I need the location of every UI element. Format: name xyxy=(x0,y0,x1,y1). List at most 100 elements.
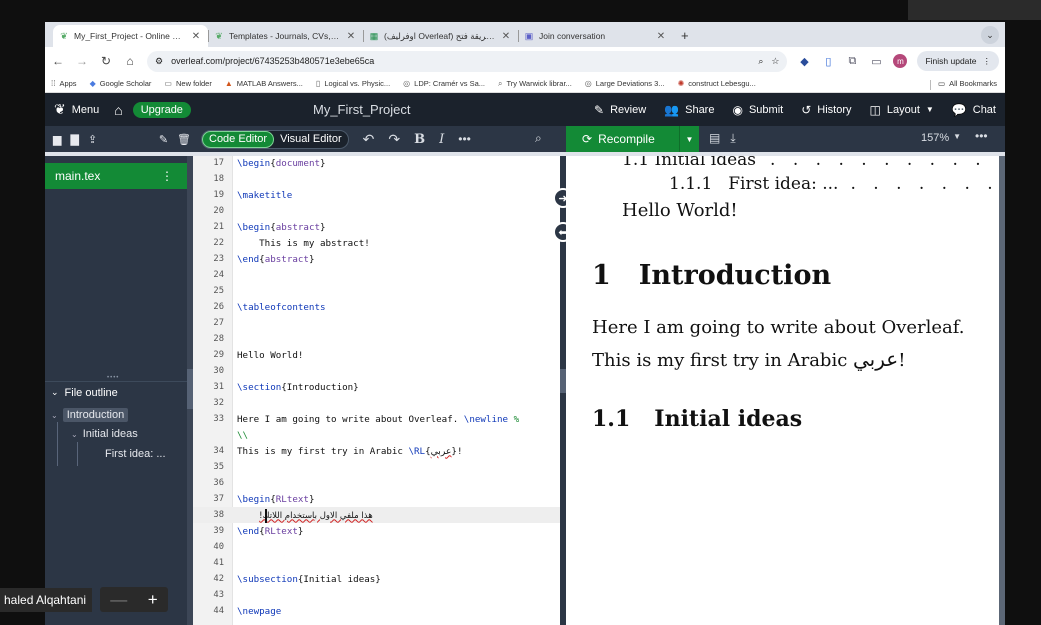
code-line[interactable]: 17 \begin{document} xyxy=(193,156,560,171)
code-line[interactable]: 36 xyxy=(193,475,560,491)
toc-subsubsection-entry[interactable]: 1.1.1 First idea: .... . . . . . . . xyxy=(669,174,1005,194)
code-line[interactable]: 18 xyxy=(193,171,560,187)
rename-pencil-icon[interactable]: ✎ xyxy=(159,133,168,146)
code-line[interactable]: 44 \newpage xyxy=(193,603,560,619)
undo-icon[interactable]: ↶ xyxy=(363,131,375,148)
bookmark-lebesgue[interactable]: ✺ construct Lebesgu... xyxy=(678,79,756,88)
layout-button[interactable]: ◫ Layout ▼ xyxy=(861,93,943,126)
code-line[interactable]: 38 هذا ملفي الاول باستخدام اللاتك! xyxy=(193,507,560,523)
new-file-icon[interactable]: ▆ xyxy=(53,133,61,146)
code-line[interactable]: 28 xyxy=(193,331,560,347)
zoom-icon[interactable]: ⌕ xyxy=(758,56,763,67)
bookmark-folder[interactable]: ▭ New folder xyxy=(164,79,211,88)
code-line[interactable]: 26 \tableofcontents xyxy=(193,299,560,315)
code-editor[interactable]: 17 \begin{document} 18 19 \maketitle 20 21 \beg… xyxy=(193,156,560,625)
outline-item-first-idea[interactable]: First idea: ... xyxy=(105,448,166,460)
review-button[interactable]: ✎ Review xyxy=(585,93,655,126)
delete-trash-icon[interactable]: 🗑 xyxy=(177,133,191,146)
finish-update-button[interactable]: Finish update ⋮ xyxy=(917,51,999,71)
pdf-more-icon[interactable]: ••• xyxy=(975,129,988,143)
side-panel-icon[interactable]: ▭ xyxy=(869,55,883,68)
address-bar[interactable]: ⚙ overleaf.com/project/67435253b480571e3… xyxy=(147,50,788,72)
code-line[interactable]: 43 xyxy=(193,587,560,603)
project-title[interactable]: My_First_Project xyxy=(313,102,411,117)
code-line[interactable]: 24 xyxy=(193,267,560,283)
code-line[interactable]: 20 xyxy=(193,203,560,219)
code-line[interactable]: 42 \subsection{Initial ideas} xyxy=(193,571,560,587)
bookmark-apps[interactable]: ⁞⁞ Apps xyxy=(51,79,77,88)
bookmark-ldp[interactable]: ◎ LDP: Cramér vs Sa... xyxy=(403,79,485,88)
bold-icon[interactable]: B xyxy=(414,132,425,147)
file-item-main-tex[interactable]: main.tex ⋮ xyxy=(45,163,187,189)
browser-tab-overleaf[interactable]: ❦ My_First_Project - Online LaTeX ✕ xyxy=(53,25,208,47)
history-button[interactable]: ↺ History xyxy=(792,93,860,126)
close-tab-icon[interactable]: ✕ xyxy=(655,31,667,42)
chat-button[interactable]: 💬 Chat xyxy=(943,93,1005,126)
code-line[interactable]: 41 xyxy=(193,555,560,571)
italic-icon[interactable]: I xyxy=(439,132,444,147)
code-line[interactable]: 35 xyxy=(193,459,560,475)
menu-button[interactable]: ❦ Menu xyxy=(45,93,108,126)
outline-item-initial-ideas[interactable]: ⌄ Initial ideas xyxy=(71,428,138,440)
browser-tab-templates[interactable]: ❦ Templates - Journals, CVs, Pr ✕ xyxy=(208,25,363,47)
recompile-button[interactable]: ⟳ Recompile ▼ xyxy=(566,126,699,152)
code-line[interactable]: 25 xyxy=(193,283,560,299)
code-line[interactable]: 31 \section{Introduction} xyxy=(193,379,560,395)
code-line[interactable]: 32 xyxy=(193,395,560,411)
code-line[interactable]: 40 xyxy=(193,539,560,555)
forward-arrow-icon[interactable]: → xyxy=(75,54,89,68)
toc-subsection-entry[interactable]: 1.1 Initial ideas. . . . . . . . . . xyxy=(622,156,987,170)
visual-editor-toggle[interactable]: Visual Editor xyxy=(274,131,348,148)
puzzle-extensions-icon[interactable]: ⧉ xyxy=(845,55,859,68)
close-tab-icon[interactable]: ✕ xyxy=(345,31,357,42)
bookmark-star-icon[interactable]: ☆ xyxy=(771,56,779,67)
document-extension-icon[interactable]: ▯ xyxy=(821,55,835,68)
close-tab-icon[interactable]: ✕ xyxy=(500,31,512,42)
file-outline-header[interactable]: ⌄ File outline xyxy=(45,381,187,403)
upgrade-button[interactable]: Upgrade xyxy=(132,101,191,118)
code-line[interactable]: \\ xyxy=(193,427,560,443)
file-menu-icon[interactable]: ⋮ xyxy=(161,169,179,183)
bookmark-large-deviations[interactable]: ◎ Large Deviations 3... xyxy=(585,79,665,88)
kebab-menu-icon[interactable]: ⋮ xyxy=(983,56,992,67)
home-button[interactable]: ⌂ xyxy=(108,93,128,126)
code-editor-toggle[interactable]: Code Editor xyxy=(202,130,275,148)
submit-button[interactable]: ◉ Submit xyxy=(723,93,792,126)
new-folder-icon[interactable]: ▇ xyxy=(70,133,78,146)
minus-icon[interactable]: — xyxy=(110,590,127,610)
browser-tab-teams[interactable]: ▣ Join conversation ✕ xyxy=(518,25,673,47)
zoom-selector[interactable]: 157% ▼ xyxy=(921,132,961,144)
more-tools-icon[interactable]: ••• xyxy=(458,132,471,146)
share-button[interactable]: 👥 Share xyxy=(655,93,723,126)
back-arrow-icon[interactable]: ← xyxy=(51,54,65,68)
home-icon[interactable]: ⌂ xyxy=(123,54,137,68)
code-line[interactable]: 19 \maketitle xyxy=(193,187,560,203)
outline-item-introduction[interactable]: ⌄ Introduction xyxy=(51,408,129,422)
site-info-icon[interactable]: ⚙ xyxy=(155,56,163,67)
reload-icon[interactable]: ↻ xyxy=(99,54,113,68)
code-line[interactable]: 33 Here I am going to write about Overlea… xyxy=(193,411,560,427)
all-bookmarks[interactable]: ▭ All Bookmarks xyxy=(929,79,997,90)
bookmark-scholar[interactable]: ◆ Google Scholar xyxy=(90,79,152,88)
code-line[interactable]: 29 Hello World! xyxy=(193,347,560,363)
search-icon[interactable]: ⌕ xyxy=(535,131,542,146)
code-line[interactable]: 21 \begin{abstract} xyxy=(193,219,560,235)
plus-icon[interactable]: + xyxy=(148,590,158,610)
code-line[interactable]: 23 \end{abstract} xyxy=(193,251,560,267)
code-line[interactable]: 39 \end{RLtext} xyxy=(193,523,560,539)
download-icon[interactable]: ⤓ xyxy=(730,131,735,146)
recompile-dropdown-icon[interactable]: ▼ xyxy=(679,126,699,152)
bookmark-matlab[interactable]: ▲ MATLAB Answers... xyxy=(225,79,303,88)
code-line[interactable]: 34 This is my first try in Arabic \RL{عرب… xyxy=(193,443,560,459)
redo-icon[interactable]: ↷ xyxy=(388,131,400,148)
code-line[interactable]: 27 xyxy=(193,315,560,331)
editor-mode-toggle[interactable]: Code Editor Visual Editor xyxy=(201,129,349,149)
bookmark-warwick[interactable]: ⌕ Try Warwick librar... xyxy=(498,79,572,89)
browser-tab-video[interactable]: ▦ (اوفرليف Overleaf) طريقة فتح ← ✕ xyxy=(363,25,518,47)
tab-search-chevron-icon[interactable]: ⌄ xyxy=(981,26,999,44)
close-tab-icon[interactable]: ✕ xyxy=(190,31,202,42)
profile-avatar[interactable]: m xyxy=(893,54,908,68)
bookmark-logical[interactable]: ▯ Logical vs. Physic... xyxy=(316,79,390,88)
code-line[interactable]: 30 xyxy=(193,363,560,379)
extension-icon[interactable]: ◆ xyxy=(797,55,811,68)
